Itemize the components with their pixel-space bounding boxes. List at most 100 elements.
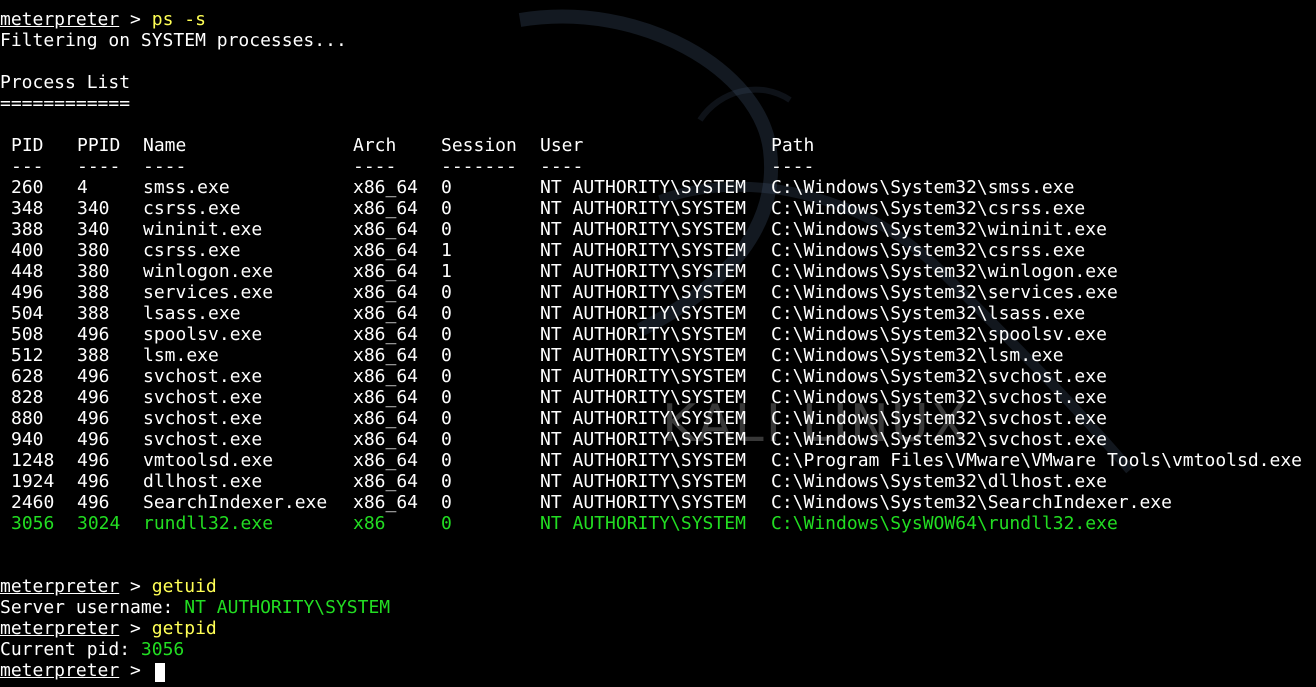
cell-name: svchost.exe	[143, 429, 263, 450]
cell-path: C:\Windows\System32\svchost.exe	[771, 366, 1107, 387]
process-list-title: Process List	[0, 72, 131, 93]
cell-session: 0	[441, 198, 452, 219]
cell-user: NT AUTHORITY\SYSTEM	[540, 240, 746, 261]
command-line-getpid: meterpreter > getpid	[0, 618, 217, 639]
header-session: Session	[441, 135, 517, 156]
cell-arch: x86_64	[353, 282, 419, 303]
cell-ppid: 4	[77, 177, 88, 198]
cell-session: 0	[441, 429, 452, 450]
cell-ppid: 496	[77, 492, 110, 513]
cell-path: C:\Windows\System32\dllhost.exe	[771, 471, 1107, 492]
cell-arch: x86_64	[353, 177, 419, 198]
cell-arch: x86_64	[353, 324, 419, 345]
cell-path: C:\Windows\SysWOW64\rundll32.exe	[771, 513, 1118, 534]
cell-user: NT AUTHORITY\SYSTEM	[540, 387, 746, 408]
cell-ppid: 340	[77, 219, 110, 240]
cell-session: 0	[441, 450, 452, 471]
cell-name: rundll32.exe	[143, 513, 274, 534]
header-arch: Arch	[353, 135, 397, 156]
terminal-cursor	[155, 663, 165, 682]
cell-path: C:\Windows\System32\csrss.exe	[771, 198, 1086, 219]
final-prompt-line[interactable]: meterpreter >	[0, 660, 152, 681]
cell-ppid: 496	[77, 471, 110, 492]
cell-arch: x86_64	[353, 345, 419, 366]
separator-session: -------	[441, 156, 517, 177]
prompt-separator: >	[119, 618, 152, 639]
cell-ppid: 3024	[77, 513, 121, 534]
cell-arch: x86_64	[353, 492, 419, 513]
cell-arch: x86_64	[353, 198, 419, 219]
cell-path: C:\Windows\System32\winlogon.exe	[771, 261, 1118, 282]
cell-pid: 496	[11, 282, 44, 303]
current-pid-line: Current pid: 3056	[0, 639, 184, 660]
prompt-separator: >	[119, 576, 152, 597]
cell-path: C:\Windows\System32\SearchIndexer.exe	[771, 492, 1172, 513]
cell-session: 0	[441, 177, 452, 198]
cell-path: C:\Windows\System32\spoolsv.exe	[771, 324, 1107, 345]
cell-session: 0	[441, 303, 452, 324]
terminal-window[interactable]: KALI LINUX meterpreter > ps -s Filtering…	[0, 0, 1316, 687]
cell-name: smss.exe	[143, 177, 230, 198]
separator-path: ----	[771, 156, 815, 177]
server-username-value: NT AUTHORITY\SYSTEM	[184, 597, 391, 618]
cell-path: C:\Windows\System32\csrss.exe	[771, 240, 1086, 261]
cell-pid: 448	[11, 261, 44, 282]
cell-ppid: 496	[77, 387, 110, 408]
cell-pid: 508	[11, 324, 44, 345]
cell-ppid: 340	[77, 198, 110, 219]
header-path: Path	[771, 135, 815, 156]
cell-ppid: 380	[77, 261, 110, 282]
cell-pid: 940	[11, 429, 44, 450]
command-text: getpid	[151, 618, 217, 639]
separator-name: ----	[143, 156, 187, 177]
cell-arch: x86_64	[353, 450, 419, 471]
cell-pid: 1248	[11, 450, 55, 471]
cell-ppid: 496	[77, 429, 110, 450]
header-name: Name	[143, 135, 187, 156]
cell-path: C:\Windows\System32\lsm.exe	[771, 345, 1064, 366]
cell-arch: x86_64	[353, 240, 419, 261]
cell-name: SearchIndexer.exe	[143, 492, 328, 513]
command-line-ps: meterpreter > ps -s	[0, 9, 206, 30]
cell-ppid: 496	[77, 366, 110, 387]
cell-arch: x86_64	[353, 261, 419, 282]
cell-user: NT AUTHORITY\SYSTEM	[540, 282, 746, 303]
cell-pid: 628	[11, 366, 44, 387]
cell-session: 0	[441, 471, 452, 492]
cell-user: NT AUTHORITY\SYSTEM	[540, 345, 746, 366]
cell-user: NT AUTHORITY\SYSTEM	[540, 261, 746, 282]
cell-arch: x86_64	[353, 366, 419, 387]
cell-pid: 260	[11, 177, 44, 198]
cell-arch: x86	[353, 513, 386, 534]
header-pid: PID	[11, 135, 44, 156]
cell-path: C:\Windows\System32\services.exe	[771, 282, 1118, 303]
cell-session: 1	[441, 261, 452, 282]
cell-name: svchost.exe	[143, 408, 263, 429]
separator-user: ----	[540, 156, 584, 177]
process-list-rule: ============	[0, 93, 131, 114]
cell-pid: 3056	[11, 513, 55, 534]
cell-ppid: 388	[77, 345, 110, 366]
separator-ppid: ----	[77, 156, 121, 177]
cell-name: services.exe	[143, 282, 274, 303]
cell-pid: 2460	[11, 492, 55, 513]
cell-ppid: 496	[77, 408, 110, 429]
separator-pid: ---	[11, 156, 44, 177]
cell-name: csrss.exe	[143, 240, 241, 261]
table-separator-row: --- ---- ---- ---- ------- ---- ----	[0, 156, 814, 177]
cell-session: 0	[441, 366, 452, 387]
cell-session: 1	[441, 240, 452, 261]
cell-pid: 504	[11, 303, 44, 324]
cell-name: wininit.exe	[143, 219, 263, 240]
cell-name: vmtoolsd.exe	[143, 450, 274, 471]
cell-user: NT AUTHORITY\SYSTEM	[540, 408, 746, 429]
cell-pid: 828	[11, 387, 44, 408]
cell-session: 0	[441, 345, 452, 366]
header-ppid: PPID	[77, 135, 121, 156]
cell-session: 0	[441, 387, 452, 408]
prompt-label: meterpreter	[0, 660, 120, 681]
cell-path: C:\Program Files\VMware\VMware Tools\vmt…	[771, 450, 1303, 471]
cell-ppid: 496	[77, 450, 110, 471]
cell-path: C:\Windows\System32\lsass.exe	[771, 303, 1086, 324]
cell-user: NT AUTHORITY\SYSTEM	[540, 450, 746, 471]
